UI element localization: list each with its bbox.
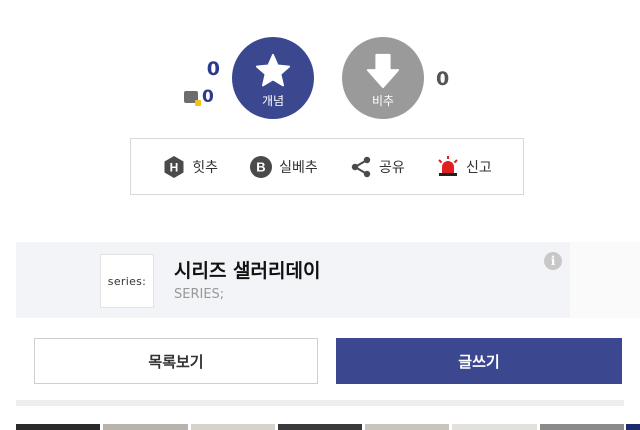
thumbnail[interactable] <box>539 424 624 430</box>
hit-recommend-label: 힛추 <box>192 159 218 176</box>
b-badge-icon: B <box>250 155 273 178</box>
siren-icon <box>438 155 458 176</box>
thumbnail[interactable] <box>365 424 450 430</box>
list-view-button[interactable]: 목록보기 <box>34 338 318 384</box>
svg-text:B: B <box>256 159 265 174</box>
best-recommend-button[interactable]: B 실베추 <box>249 155 318 179</box>
comment-icon <box>184 91 201 106</box>
share-button[interactable]: 공유 <box>349 155 405 179</box>
arrow-down-icon <box>366 53 400 88</box>
post-action-bar: H 힛추 B 실베추 공유 신고 <box>130 138 524 195</box>
write-post-button[interactable]: 글쓰기 <box>336 338 622 384</box>
edge-banner <box>626 424 640 430</box>
hit-badge-icon: H <box>164 155 184 178</box>
best-recommend-label: 실베추 <box>279 159 318 176</box>
thumbnail[interactable] <box>452 424 537 430</box>
series-side-strip <box>570 242 640 318</box>
share-icon <box>351 156 371 177</box>
downvote-label: 비추 <box>371 93 395 108</box>
star-icon <box>255 53 291 86</box>
series-subtitle: SERIES; <box>174 287 225 302</box>
share-label: 공유 <box>379 159 405 176</box>
hit-recommend-button[interactable]: H 힛추 <box>162 155 218 179</box>
downvote-count: 0 <box>436 68 450 90</box>
thumbnail-strip <box>16 424 624 430</box>
series-title[interactable]: 시리즈 샐러리데이 <box>174 256 320 283</box>
recommend-button[interactable]: 개념 <box>232 37 314 119</box>
thumbnail[interactable] <box>190 424 275 430</box>
thumbnail[interactable] <box>16 424 101 430</box>
report-label: 신고 <box>465 159 492 176</box>
thumbnail[interactable] <box>103 424 188 430</box>
series-logo: series: <box>100 254 154 308</box>
downvote-button[interactable]: 비추 <box>342 37 424 119</box>
thumbnail[interactable] <box>277 424 363 430</box>
recommend-label: 개념 <box>261 93 285 108</box>
series-card[interactable]: series: 시리즈 샐러리데이 SERIES; i <box>16 242 570 318</box>
comment-count-row: 0 <box>184 86 214 108</box>
recommend-count: 0 <box>206 58 220 80</box>
section-divider <box>16 400 624 406</box>
info-icon[interactable]: i <box>544 252 562 270</box>
report-button[interactable]: 신고 <box>436 155 492 179</box>
svg-text:H: H <box>170 160 179 174</box>
comment-count: 0 <box>202 87 214 107</box>
